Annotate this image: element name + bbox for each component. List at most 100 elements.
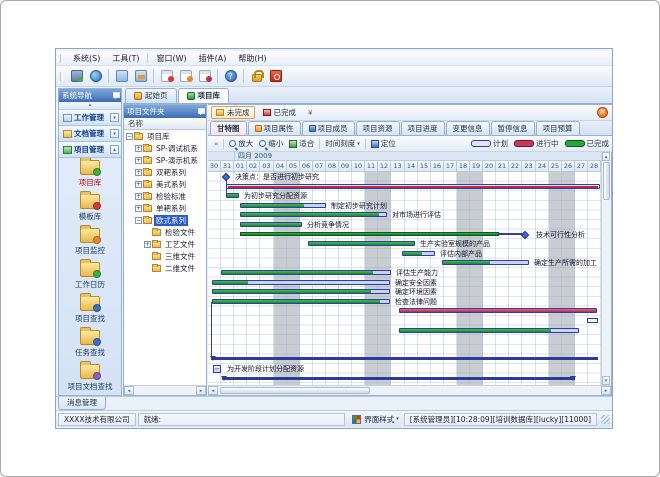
task-bar[interactable] — [240, 212, 387, 217]
menu-item-4[interactable]: 插件(A) — [193, 52, 233, 65]
sidebar-item-1[interactable]: 项目库 — [59, 158, 121, 192]
day-header-cell[interactable]: 02 — [247, 161, 260, 172]
time-scale-button[interactable]: 时间刻度▾ — [322, 137, 363, 150]
zoom-out-button[interactable]: 缩小 — [256, 137, 286, 150]
tree-column-header[interactable]: 名称 — [124, 118, 206, 130]
gantt-tab-6[interactable]: 变更信息 — [446, 121, 490, 135]
sidebar-section-2[interactable]: 文档管理▾ — [59, 126, 121, 142]
task-bar[interactable] — [240, 203, 326, 208]
task-bar-inprogress[interactable] — [399, 308, 597, 313]
gantt-vertical-scrollbar[interactable]: ▴ ▾ — [601, 152, 610, 385]
day-header-cell[interactable]: 30 — [208, 161, 221, 172]
menu-item-1[interactable]: 系统(S) — [67, 52, 106, 65]
tree-node[interactable]: +美式系列 — [124, 178, 206, 190]
help-icon[interactable] — [222, 68, 239, 85]
doc-tab-2[interactable]: 项目库 — [178, 88, 230, 103]
sidebar-item-7[interactable]: 项目文档查找 — [59, 362, 121, 395]
day-header-cell[interactable]: 15 — [418, 161, 431, 172]
interface-style-button[interactable]: 界面样式 ▾ — [347, 413, 404, 426]
chevron-down-icon[interactable]: ▾ — [110, 113, 119, 122]
day-header-cell[interactable]: 24 — [536, 161, 549, 172]
day-header-cell[interactable]: 16 — [431, 161, 444, 172]
lock-icon[interactable] — [248, 68, 265, 85]
summary-bar[interactable] — [211, 357, 598, 360]
tree-node[interactable]: +单耙系列 — [124, 202, 206, 214]
day-header-cell[interactable]: 10 — [352, 161, 365, 172]
chevron-down-icon[interactable]: ▾ — [110, 129, 119, 138]
tree-horizontal-scrollbar[interactable]: ◂ ▸ — [124, 385, 206, 395]
sidebar-item-2[interactable]: 模板库 — [59, 192, 121, 226]
scroll-left-icon[interactable]: ◂ — [208, 386, 218, 395]
tree-node[interactable]: +工艺文件 — [124, 238, 206, 250]
day-header-cell[interactable]: 07 — [313, 161, 326, 172]
sidebar-item-5[interactable]: 项目查找 — [59, 294, 121, 328]
toolbar-grip[interactable] — [60, 72, 63, 81]
day-header-cell[interactable]: 14 — [405, 161, 418, 172]
day-header-cell[interactable]: 08 — [326, 161, 339, 172]
day-header-cell[interactable]: 25 — [549, 161, 562, 172]
day-header-cell[interactable]: 04 — [274, 161, 287, 172]
expand-icon[interactable]: + — [135, 193, 142, 200]
locate-button[interactable]: 定位 — [368, 137, 399, 150]
summary-progress-bar[interactable] — [240, 232, 499, 236]
gantt-horizontal-scrollbar[interactable]: ◂ ▸ — [208, 385, 611, 395]
resize-grip[interactable] — [601, 415, 610, 424]
expand-icon[interactable]: + — [135, 181, 142, 188]
globe-icon[interactable] — [87, 68, 104, 85]
gantt-tab-3[interactable]: 项目成员 — [302, 121, 355, 135]
calendar-red-icon[interactable] — [158, 68, 175, 85]
tree-node[interactable]: 三维文件 — [124, 250, 206, 262]
day-header-cell[interactable]: 06 — [300, 161, 313, 172]
task-bar[interactable] — [402, 251, 435, 256]
scroll-left-icon[interactable]: ◂ — [124, 386, 134, 395]
vertical-scroll-thumb[interactable] — [603, 162, 610, 200]
day-header-cell[interactable]: 09 — [339, 161, 352, 172]
scroll-right-icon[interactable]: ▸ — [196, 386, 206, 395]
gantt-tab-8[interactable]: 项目预算 — [536, 121, 580, 135]
day-header-cell[interactable]: 19 — [470, 161, 483, 172]
tree-node[interactable]: +SP-调试机系 — [124, 142, 206, 154]
toolbar-overflow-icon[interactable]: » — [214, 140, 218, 148]
tree-node[interactable]: −欧式系列 — [124, 214, 206, 226]
day-header-cell[interactable]: 26 — [562, 161, 575, 172]
tree-node[interactable]: +SP-演示机系 — [124, 154, 206, 166]
sidebar-section-3[interactable]: 项目管理▴ — [59, 142, 121, 158]
day-header-cell[interactable]: 03 — [260, 161, 274, 172]
task-bar[interactable] — [212, 289, 390, 294]
horizontal-scroll-thumb[interactable] — [220, 387, 370, 394]
filter-completed-button[interactable]: 已完成 — [258, 106, 302, 119]
task-bar[interactable] — [221, 270, 391, 275]
pin-icon[interactable] — [112, 92, 119, 99]
sidebar-item-4[interactable]: 工作日历 — [59, 260, 121, 294]
tree-node[interactable]: 检验文件 — [124, 226, 206, 238]
day-header-cell[interactable]: 21 — [496, 161, 509, 172]
doc-tab-1[interactable]: 起始页 — [125, 88, 177, 103]
tree-node[interactable]: +双耙系列 — [124, 166, 206, 178]
task-bar[interactable] — [212, 280, 390, 285]
day-header-cell[interactable]: 22 — [509, 161, 522, 172]
gantt-tab-7[interactable]: 暂停信息 — [491, 121, 535, 135]
sidebar-section-1[interactable]: 工作管理▾ — [59, 110, 121, 126]
filter-incomplete-button[interactable]: 未完成 — [211, 106, 255, 119]
chart-folder-icon[interactable] — [132, 68, 149, 85]
collapse-box-icon[interactable]: − — [213, 365, 221, 373]
exit-icon[interactable] — [267, 68, 284, 85]
close-icon[interactable]: ✕ — [597, 107, 608, 118]
calendar-orange-icon[interactable] — [177, 68, 194, 85]
expand-icon[interactable]: + — [144, 241, 151, 248]
expand-icon[interactable]: + — [135, 145, 142, 152]
day-header-cell[interactable]: 05 — [287, 161, 300, 172]
tree-node[interactable]: +检验标准 — [124, 190, 206, 202]
task-bar[interactable] — [226, 184, 600, 189]
pin-icon[interactable] — [197, 108, 204, 115]
task-bar[interactable] — [226, 193, 239, 198]
task-stub[interactable] — [587, 318, 598, 323]
menu-item-5[interactable]: 帮助(H) — [232, 52, 272, 65]
expand-icon[interactable]: + — [135, 157, 142, 164]
sidebar-item-6[interactable]: 任务查找 — [59, 328, 121, 362]
gantt-tab-1[interactable]: 甘特图 — [210, 121, 247, 135]
desktop-icon[interactable] — [68, 68, 85, 85]
task-bar[interactable] — [240, 222, 302, 227]
day-header-cell[interactable]: 20 — [483, 161, 496, 172]
day-header-cell[interactable]: 27 — [575, 161, 588, 172]
